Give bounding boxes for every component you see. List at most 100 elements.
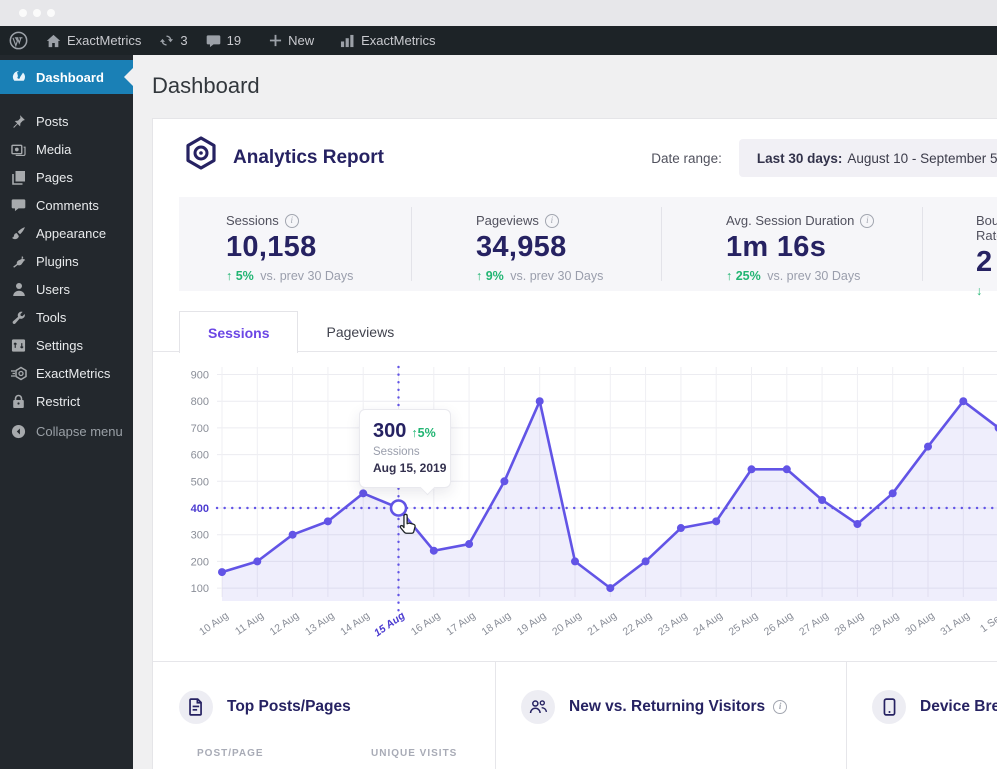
- svg-text:24 Aug: 24 Aug: [691, 610, 725, 639]
- widget-title: New vs. Returning Visitors: [569, 698, 766, 715]
- stat-pageviews: Pageviews i 34,958 ↑ 9% vs. prev 30 Days: [476, 213, 603, 283]
- info-icon[interactable]: i: [284, 213, 299, 228]
- sidebar-item-label: Collapse menu: [36, 423, 123, 439]
- sidebar-item-label: Users: [36, 281, 70, 297]
- svg-text:18 Aug: 18 Aug: [479, 610, 513, 639]
- svg-text:20 Aug: 20 Aug: [550, 610, 584, 639]
- info-icon[interactable]: i: [544, 213, 559, 228]
- new-content-menu[interactable]: New: [260, 26, 323, 55]
- svg-text:30 Aug: 30 Aug: [903, 610, 937, 639]
- info-icon[interactable]: i: [860, 213, 875, 228]
- media-icon: [10, 143, 27, 156]
- svg-text:23 Aug: 23 Aug: [656, 610, 690, 639]
- info-icon[interactable]: i: [773, 700, 788, 714]
- page-title: Dashboard: [152, 73, 260, 98]
- report-header: Analytics Report Date range: Last 30 day…: [153, 119, 997, 197]
- comment-bubble-icon: [206, 34, 221, 48]
- svg-text:10 Aug: 10 Aug: [197, 610, 231, 639]
- window-minimize-button[interactable]: [33, 9, 41, 17]
- sidebar-item-plugins[interactable]: Plugins: [0, 247, 133, 275]
- visitors-widget: New vs. Returning Visitors i: [495, 662, 846, 769]
- date-range-picker[interactable]: Last 30 days: August 10 - September 5, 2…: [738, 139, 997, 177]
- sessions-line-chart[interactable]: 100 200 300 400 500 600 700 800 900 10 Aug 11 Aug 1…: [153, 359, 997, 661]
- stat-divider: [411, 207, 412, 281]
- chart-canvas[interactable]: 10020030040050060070080090010 Aug 11 Aug 1…: [153, 359, 997, 661]
- sidebar-item-label: Restrict: [36, 393, 81, 409]
- svg-text:16 Aug: 16 Aug: [409, 610, 443, 639]
- stat-change: ↑ 25% vs. prev 30 Days: [726, 269, 861, 283]
- wp-logo-menu[interactable]: [0, 26, 37, 55]
- device-icon: [872, 690, 906, 724]
- comment-icon: [10, 198, 27, 212]
- svg-text:600: 600: [191, 450, 209, 462]
- stat-label: Sessions: [226, 213, 279, 228]
- stat-bounce-rate: Bounce Ratei2↓: [976, 213, 997, 298]
- stat-value: 10,158: [226, 231, 317, 263]
- svg-text:300: 300: [191, 530, 209, 542]
- exactmetrics-icon: [10, 366, 27, 381]
- wrench-icon: [10, 310, 27, 325]
- wp-admin-sidebar: Dashboard Posts Media Pages Comments Appearan…: [0, 55, 133, 769]
- svg-text:13 Aug: 13 Aug: [303, 610, 337, 639]
- svg-text:31 Aug: 31 Aug: [938, 610, 972, 639]
- updates-menu[interactable]: 3: [150, 26, 196, 55]
- widget-title: Top Posts/Pages: [227, 698, 351, 715]
- svg-text:14 Aug: 14 Aug: [338, 610, 372, 639]
- column-header-unique-visits: UNIQUE VISITS: [371, 748, 458, 759]
- device-breakdown-widget: Device Breakdown: [846, 662, 997, 769]
- chart-tooltip: 300 ↑5% Sessions Aug 15, 2019: [359, 409, 451, 496]
- svg-text:17 Aug: 17 Aug: [444, 610, 478, 639]
- comments-menu[interactable]: 19: [197, 26, 250, 55]
- window-titlebar: [0, 0, 997, 26]
- overview-stats: Sessions i 10,158 ↑ 5% vs. prev 30 Days Page…: [179, 197, 997, 298]
- document-icon: [179, 690, 213, 724]
- sidebar-item-label: Media: [36, 141, 72, 157]
- tab-pageviews[interactable]: Pageviews: [298, 311, 422, 352]
- pages-icon: [10, 170, 27, 185]
- sidebar-item-tools[interactable]: Tools: [0, 303, 133, 331]
- sidebar-item-media[interactable]: Media: [0, 135, 133, 163]
- sidebar-item-users[interactable]: Users: [0, 275, 133, 303]
- sidebar-item-collapse-menu[interactable]: Collapse menu: [0, 417, 133, 445]
- sidebar-item-restrict[interactable]: Restrict: [0, 387, 133, 415]
- bar-chart-icon: [340, 34, 355, 48]
- site-name-label: ExactMetrics: [67, 33, 142, 48]
- column-header-post-page: POST/PAGE: [197, 748, 264, 759]
- svg-text:400: 400: [191, 503, 209, 515]
- stat-divider: [661, 207, 662, 281]
- svg-text:19 Aug: 19 Aug: [515, 610, 549, 639]
- sidebar-item-label: ExactMetrics: [36, 365, 111, 381]
- collapse-icon: [10, 424, 27, 439]
- svg-text:15 Aug: 15 Aug: [372, 609, 408, 639]
- sidebar-item-dashboard[interactable]: Dashboard: [0, 60, 133, 94]
- tooltip-change: ↑5%: [411, 426, 436, 440]
- tooltip-value: 300: [373, 420, 407, 442]
- svg-text:26 Aug: 26 Aug: [762, 610, 796, 639]
- sidebar-item-comments[interactable]: Comments: [0, 191, 133, 219]
- site-name-menu[interactable]: ExactMetrics: [37, 26, 150, 55]
- wp-admin-bar: ExactMetrics 3 19 New ExactMetrics: [0, 26, 997, 55]
- comments-count: 19: [226, 33, 242, 48]
- tooltip-series: Sessions: [373, 446, 420, 458]
- sidebar-item-settings[interactable]: Settings: [0, 331, 133, 359]
- wordpress-logo-icon: [9, 31, 28, 50]
- tab-sessions[interactable]: Sessions: [179, 311, 299, 353]
- svg-text:12 Aug: 12 Aug: [268, 610, 302, 639]
- svg-text:500: 500: [191, 476, 209, 488]
- stat-label: Avg. Session Duration: [726, 213, 855, 228]
- sidebar-item-pages[interactable]: Pages: [0, 163, 133, 191]
- sidebar-item-posts[interactable]: Posts: [0, 107, 133, 135]
- updates-icon: [159, 33, 174, 48]
- sidebar-item-label: Dashboard: [36, 69, 104, 85]
- exactmetrics-toolbar-menu[interactable]: ExactMetrics: [331, 26, 444, 55]
- sidebar-item-exactmetrics[interactable]: ExactMetrics: [0, 359, 133, 387]
- stat-change: ↑ 5% vs. prev 30 Days: [226, 269, 354, 283]
- sidebar-item-appearance[interactable]: Appearance: [0, 219, 133, 247]
- window-close-button[interactable]: [19, 9, 27, 17]
- sidebar-item-label: Tools: [36, 309, 67, 325]
- date-range-value: August 10 - September 5, 2019: [847, 150, 997, 166]
- analytics-report-card: Analytics Report Date range: Last 30 day…: [152, 118, 997, 769]
- exactmetrics-toolbar-label: ExactMetrics: [361, 33, 436, 48]
- user-icon: [10, 282, 27, 297]
- window-maximize-button[interactable]: [47, 9, 55, 17]
